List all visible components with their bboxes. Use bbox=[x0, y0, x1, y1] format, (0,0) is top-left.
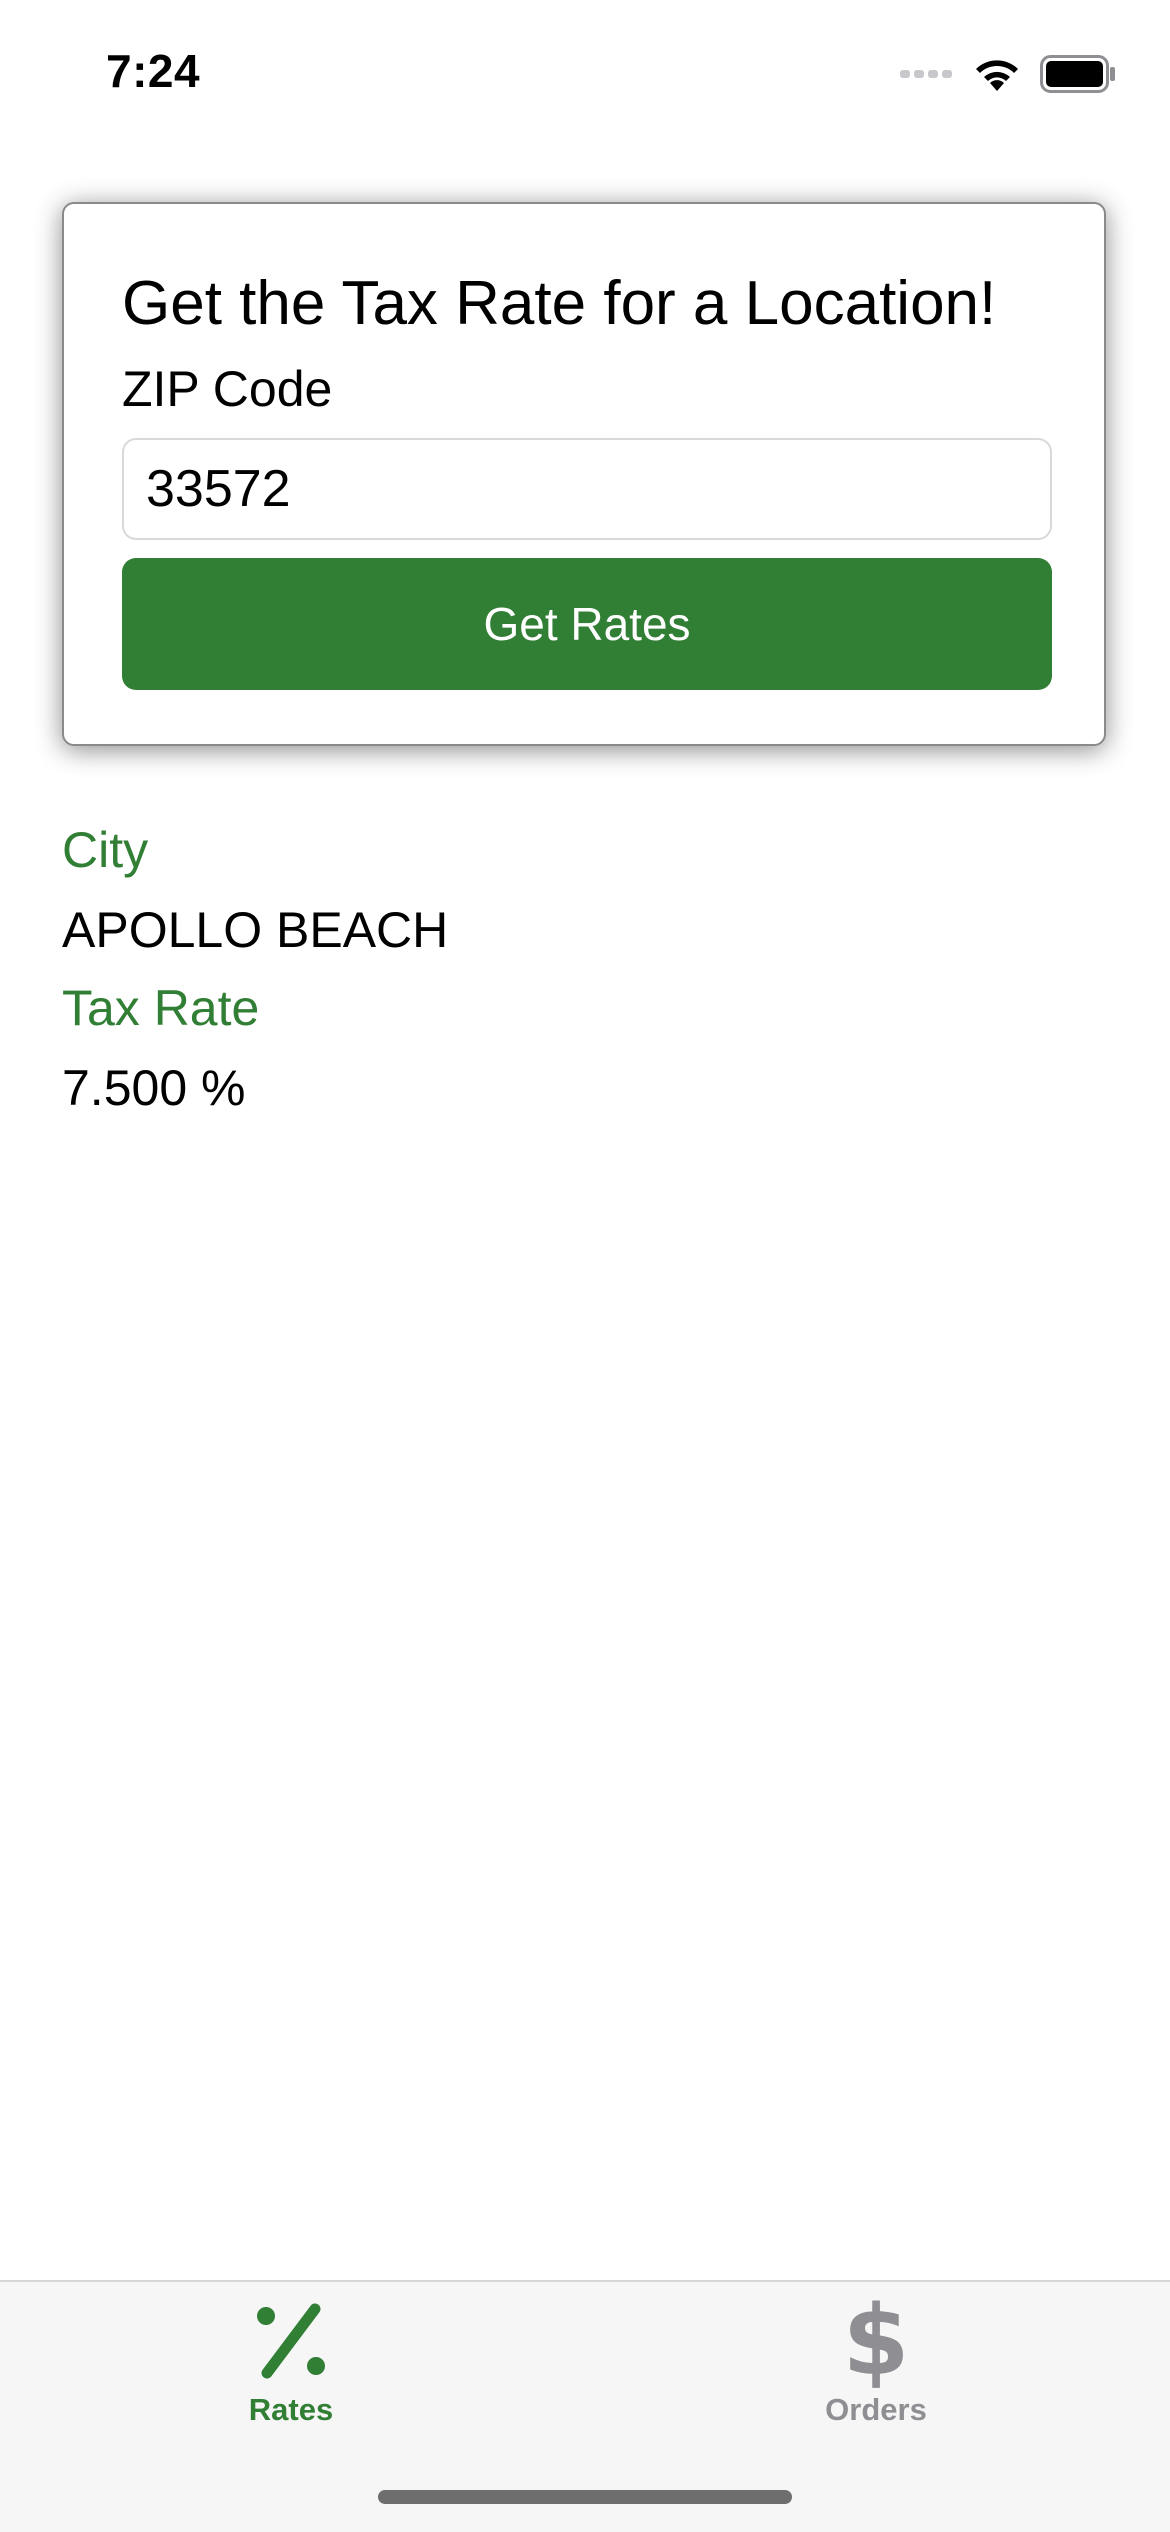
city-value: APOLLO BEACH bbox=[62, 902, 449, 958]
status-bar: 7:24 bbox=[0, 0, 1170, 140]
status-time: 7:24 bbox=[106, 45, 201, 97]
tab-orders-label: Orders bbox=[825, 2392, 927, 2427]
cellular-signal-icon bbox=[900, 67, 954, 81]
tab-rates[interactable]: Rates bbox=[141, 2296, 441, 2436]
zip-code-input[interactable] bbox=[122, 438, 1052, 540]
tax-rate-card: Get the Tax Rate for a Location! ZIP Cod… bbox=[62, 202, 1106, 746]
zip-code-label: ZIP Code bbox=[122, 361, 333, 417]
percent-icon bbox=[251, 2296, 331, 2386]
status-icons bbox=[900, 52, 1116, 96]
get-rates-button[interactable]: Get Rates bbox=[122, 558, 1052, 690]
home-indicator bbox=[378, 2490, 792, 2504]
tab-orders[interactable]: $ Orders bbox=[726, 2285, 1026, 2436]
wifi-icon bbox=[972, 55, 1022, 93]
dollar-icon: $ bbox=[842, 2285, 910, 2397]
card-title: Get the Tax Rate for a Location! bbox=[122, 269, 997, 338]
tax-rate-value: 7.500 % bbox=[62, 1060, 246, 1116]
tax-rate-label: Tax Rate bbox=[62, 980, 260, 1036]
city-label: City bbox=[62, 822, 149, 878]
battery-icon bbox=[1040, 55, 1116, 93]
tab-rates-label: Rates bbox=[248, 2392, 334, 2427]
